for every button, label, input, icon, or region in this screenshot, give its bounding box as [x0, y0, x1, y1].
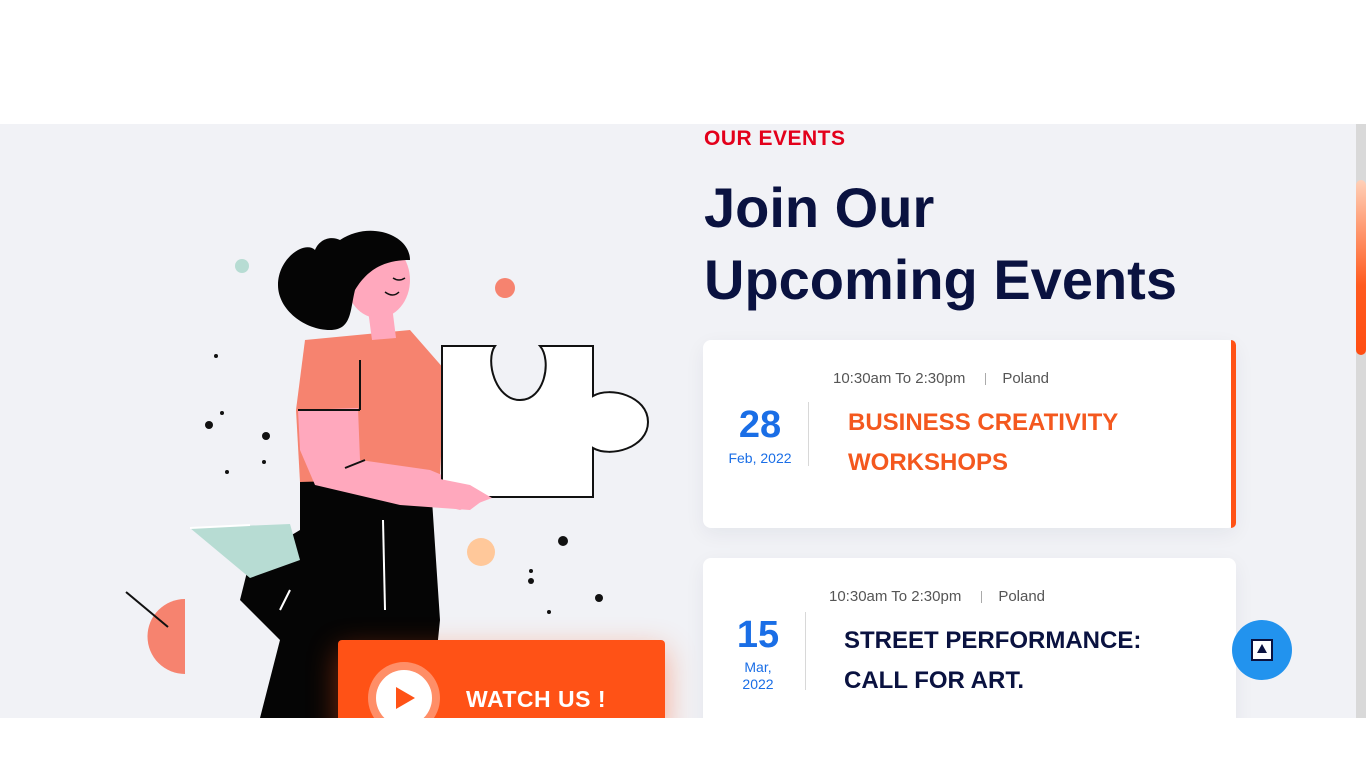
event-time: 10:30am To 2:30pm — [829, 588, 962, 605]
scrollbar-thumb[interactable] — [1356, 180, 1366, 355]
event-time: 10:30am To 2:30pm — [833, 370, 966, 387]
watch-us-button[interactable]: WATCH US ! — [338, 640, 665, 734]
event-day: 15 — [736, 614, 780, 656]
event-meta: 10:30am To 2:30pm Poland — [829, 588, 1045, 605]
meta-divider — [985, 373, 987, 386]
event-title-line-1: BUSINESS CREATIVITY — [848, 409, 1119, 436]
event-meta: 10:30am To 2:30pm Poland — [833, 370, 1049, 387]
date-divider — [805, 612, 806, 690]
event-title-line-2: CALL FOR ART. — [844, 667, 1024, 694]
event-title-line-2: WORKSHOPS — [848, 449, 1009, 476]
event-month: Mar, 2022 — [725, 659, 791, 693]
event-title-line-1: STREET PERFORMANCE: — [844, 627, 1142, 654]
event-location: Poland — [998, 588, 1046, 605]
event-day: 28 — [738, 404, 782, 446]
arrow-up-icon — [1251, 639, 1273, 661]
meta-divider — [981, 591, 983, 604]
event-month-line-1: Mar, — [744, 659, 772, 675]
event-location: Poland — [1002, 370, 1050, 387]
play-icon — [396, 687, 415, 709]
heading-line-1: Join Our — [704, 176, 935, 239]
header-area — [0, 0, 1366, 124]
section-heading: Join Our Upcoming Events — [704, 172, 1304, 316]
event-card[interactable]: 10:30am To 2:30pm Poland 28 Feb, 2022 BUS… — [703, 340, 1236, 528]
event-month: Feb, 2022 — [728, 450, 792, 466]
section-eyebrow: OUR EVENTS — [704, 127, 846, 150]
scroll-to-top-button[interactable] — [1232, 620, 1292, 680]
event-title[interactable]: BUSINESS CREATIVITY WORKSHOPS — [848, 403, 1118, 483]
footer-area — [0, 718, 1366, 768]
heading-line-2: Upcoming Events — [704, 248, 1177, 311]
watch-us-label: WATCH US ! — [466, 686, 607, 712]
date-divider — [808, 402, 809, 466]
event-month-line-2: 2022 — [742, 676, 774, 692]
event-title[interactable]: STREET PERFORMANCE: CALL FOR ART. — [844, 621, 1141, 701]
